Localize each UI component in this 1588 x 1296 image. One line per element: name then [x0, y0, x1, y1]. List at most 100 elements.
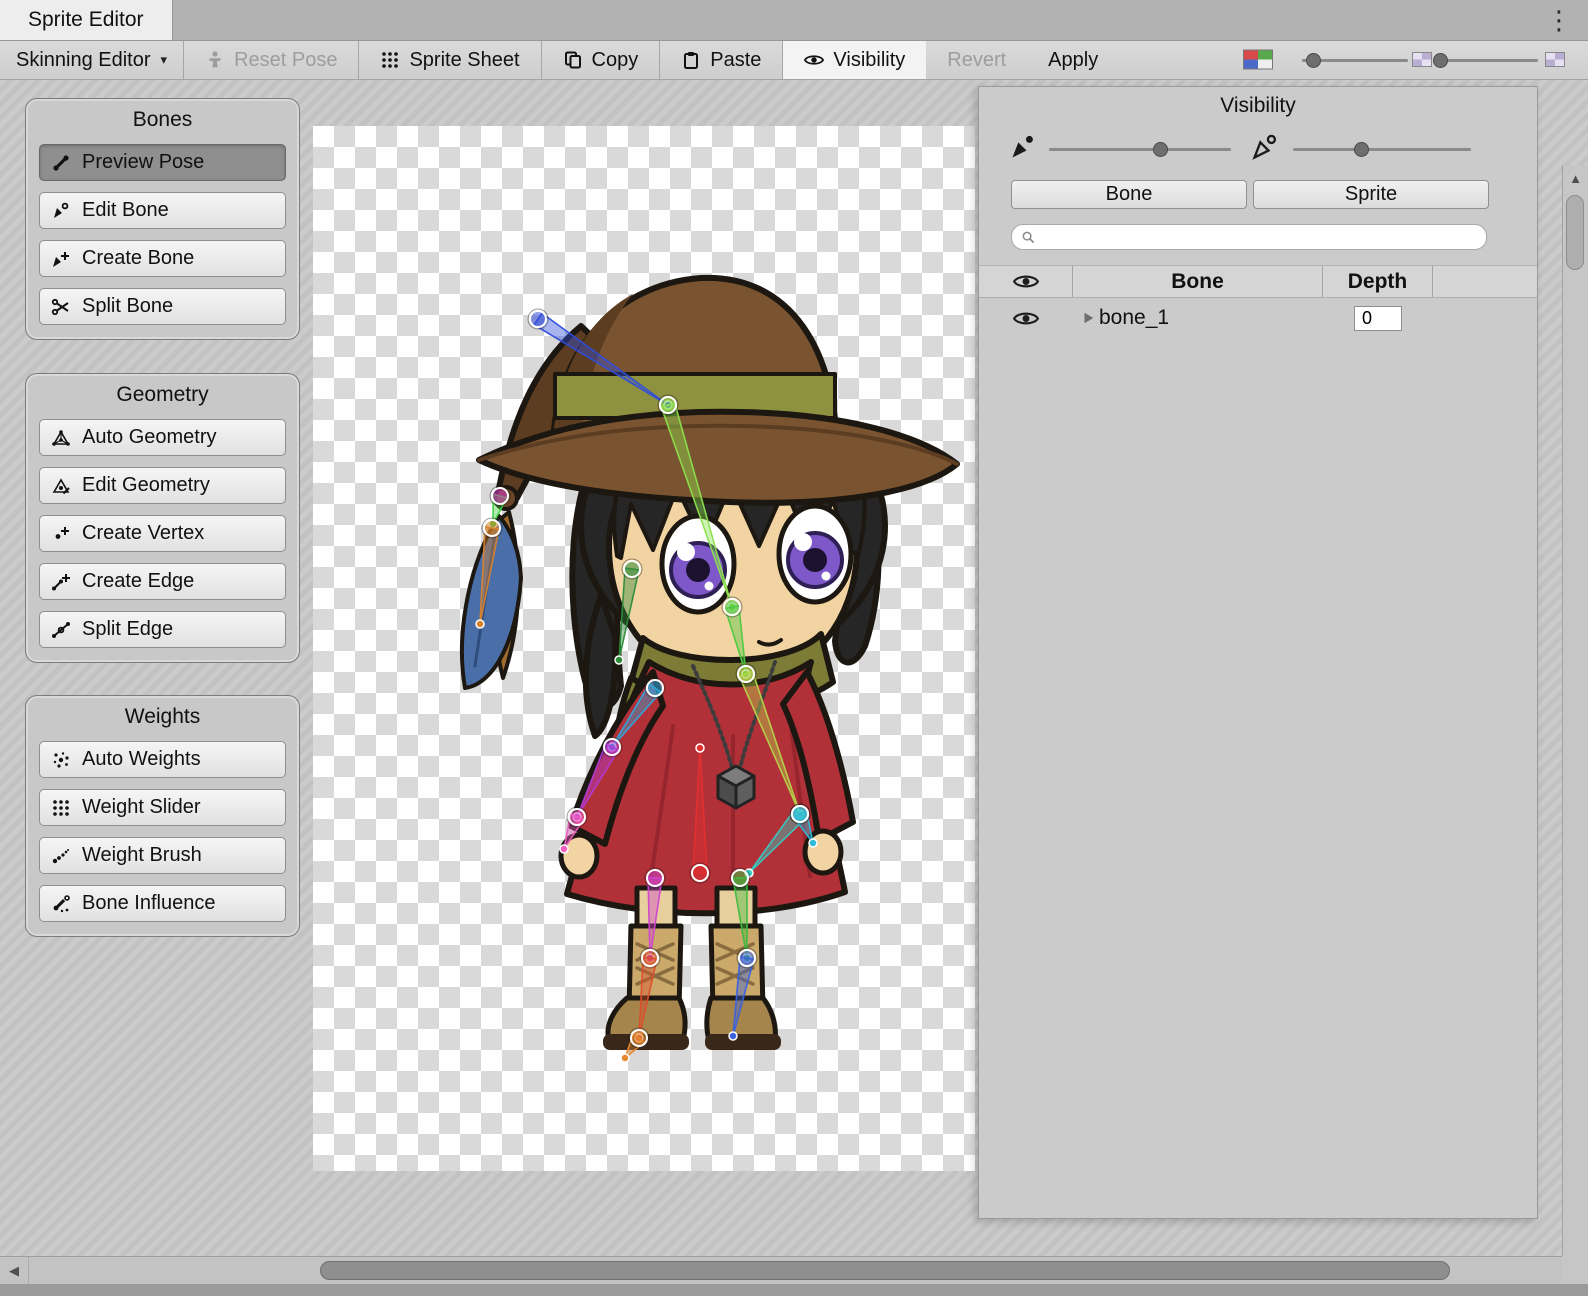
edit-geometry-button[interactable]: Edit Geometry	[39, 467, 286, 504]
tab-sprite-editor-label: Sprite Editor	[28, 8, 144, 31]
slider-thumb[interactable]	[1354, 142, 1369, 157]
editor-main-area: Bones Preview Pose Edit Bone Create Bone Spl…	[0, 80, 1588, 1256]
edit-geometry-icon	[51, 476, 71, 496]
visibility-tabs: BoneSprite	[1011, 180, 1489, 209]
horizontal-scroll-thumb[interactable]	[320, 1261, 1450, 1280]
toolbar-buttons: Reset Pose Sprite SheetCopyPasteVisibilit…	[183, 41, 1119, 79]
search-input[interactable]	[1042, 227, 1477, 247]
edit-bone-label: Edit Bone	[82, 199, 169, 222]
sprite-opacity-slider[interactable]	[1293, 148, 1471, 151]
preview-pose-label: Preview Pose	[82, 151, 204, 174]
expand-triangle-icon[interactable]	[1081, 311, 1095, 325]
visibility-icon	[804, 50, 824, 70]
create-vertex-button[interactable]: Create Vertex	[39, 515, 286, 552]
edit-geometry-label: Edit Geometry	[82, 474, 210, 497]
revert-button[interactable]: Revert	[926, 41, 1027, 79]
toolbar: Skinning Editor ▾ Reset Pose Sprite Sheet…	[0, 41, 1588, 80]
vertical-scrollbar[interactable]: ▲ ▼	[1562, 165, 1588, 1296]
split-bone-icon	[51, 297, 71, 317]
panel-bones-title: Bones	[26, 99, 299, 134]
panel-weights: Weights Auto Weights Weight Slider Weight B…	[25, 695, 300, 937]
create-edge-label: Create Edge	[82, 570, 194, 593]
column-header-depth: Depth	[1323, 266, 1433, 297]
split-edge-icon	[51, 620, 71, 640]
bone-influence-button[interactable]: Bone Influence	[39, 885, 286, 922]
table-row-bone-1[interactable]: bone_1	[979, 298, 1537, 338]
auto-geometry-button[interactable]: Auto Geometry	[39, 419, 286, 456]
edit-bone-icon	[51, 201, 71, 221]
sprite-sheet-icon	[380, 50, 400, 70]
bone-opacity-slider[interactable]	[1049, 148, 1231, 151]
preview-pose-button[interactable]: Preview Pose	[39, 144, 286, 181]
tab-sprite[interactable]: Sprite	[1253, 180, 1489, 209]
slider-thumb[interactable]	[1306, 53, 1321, 68]
revert-label: Revert	[947, 49, 1006, 72]
row-spacer	[1433, 298, 1537, 338]
bone-name-label: bone_1	[1099, 306, 1169, 330]
scroll-up-arrow[interactable]: ▲	[1563, 165, 1588, 191]
weight-brush-button[interactable]: Weight Brush	[39, 837, 286, 874]
split-bone-button[interactable]: Split Bone	[39, 288, 286, 325]
slider-thumb[interactable]	[1153, 142, 1168, 157]
sprite-editor-window: Sprite Editor ⋮ Skinning Editor ▾ Reset …	[0, 0, 1588, 1296]
visibility-button[interactable]: Visibility	[783, 41, 926, 79]
vertical-scroll-thumb[interactable]	[1566, 195, 1584, 270]
copy-button[interactable]: Copy	[542, 41, 660, 79]
panel-weights-title: Weights	[26, 696, 299, 731]
skinning-editor-dropdown[interactable]: Skinning Editor ▾	[0, 41, 183, 79]
create-edge-button[interactable]: Create Edge	[39, 563, 286, 600]
window-tab-bar: Sprite Editor ⋮	[0, 0, 1588, 41]
create-bone-button[interactable]: Create Bone	[39, 240, 286, 277]
panel-weights-buttons: Auto Weights Weight Slider Weight Brush Bon…	[26, 731, 299, 936]
weight-brush-label: Weight Brush	[82, 844, 202, 867]
apply-label: Apply	[1048, 49, 1098, 72]
preview-pose-icon	[51, 153, 71, 173]
weight-slider-button[interactable]: Weight Slider	[39, 789, 286, 826]
auto-weights-button[interactable]: Auto Weights	[39, 741, 286, 778]
split-bone-label: Split Bone	[82, 295, 173, 318]
sprite-sheet-button[interactable]: Sprite Sheet	[359, 41, 540, 79]
visibility-table-header: Bone Depth	[979, 265, 1537, 298]
character-art	[462, 278, 957, 1050]
window-bottom-edge	[0, 1284, 1588, 1296]
weight-slider-icon	[51, 798, 71, 818]
left-alpha-slider[interactable]	[1302, 59, 1408, 62]
kebab-menu-icon[interactable]: ⋮	[1546, 4, 1572, 36]
create-bone-icon	[51, 249, 71, 269]
depth-input[interactable]	[1354, 306, 1402, 331]
color-channels-icon[interactable]	[1243, 49, 1273, 70]
bone-influence-label: Bone Influence	[82, 892, 215, 915]
visibility-panel: Visibility BoneSprite Bone Depth bone_1	[978, 86, 1538, 1219]
slider-thumb[interactable]	[1433, 53, 1448, 68]
auto-geometry-icon	[51, 428, 71, 448]
skinning-editor-label: Skinning Editor	[16, 49, 151, 72]
paste-button[interactable]: Paste	[660, 41, 782, 79]
horizontal-scrollbar[interactable]: ◀	[0, 1256, 1588, 1284]
split-edge-button[interactable]: Split Edge	[39, 611, 286, 648]
right-alpha-slider[interactable]	[1440, 59, 1538, 62]
reset-pose-button[interactable]: Reset Pose	[184, 41, 358, 79]
row-visibility-eye-icon[interactable]	[1013, 310, 1039, 327]
visibility-all-eye-icon[interactable]	[1013, 273, 1039, 290]
create-vertex-label: Create Vertex	[82, 522, 204, 545]
copy-icon	[563, 50, 583, 70]
create-edge-icon	[51, 572, 71, 592]
create-vertex-icon	[51, 524, 71, 544]
reset-pose-label: Reset Pose	[234, 49, 337, 72]
weight-slider-label: Weight Slider	[82, 796, 201, 819]
auto-weights-icon	[51, 750, 71, 770]
search-icon	[1021, 230, 1036, 245]
scroll-left-arrow[interactable]: ◀	[0, 1257, 29, 1284]
panel-bones: Bones Preview Pose Edit Bone Create Bone Spl…	[25, 98, 300, 340]
alpha-checker-icon	[1545, 52, 1565, 67]
search-field[interactable]	[1011, 224, 1487, 250]
create-bone-label: Create Bone	[82, 247, 194, 270]
tab-sprite-editor[interactable]: Sprite Editor	[0, 0, 173, 40]
visibility-table-rows: bone_1	[979, 298, 1537, 338]
tab-bone[interactable]: Bone	[1011, 180, 1247, 209]
edit-bone-button[interactable]: Edit Bone	[39, 192, 286, 229]
overlay-opacity-controls	[979, 122, 1537, 178]
sprite-canvas[interactable]	[313, 126, 975, 1171]
panel-geometry: GeometryAuto GeometryEdit GeometryCreate…	[25, 373, 300, 663]
apply-button[interactable]: Apply	[1027, 41, 1119, 79]
